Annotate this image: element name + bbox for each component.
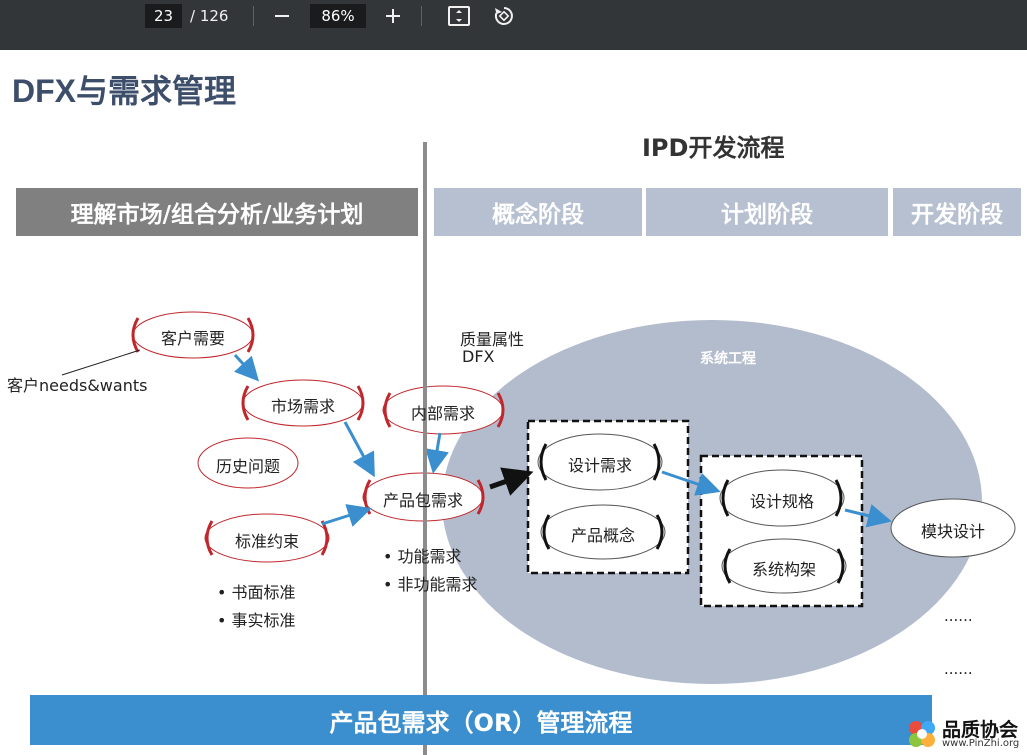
fit-to-page-icon [448,6,470,26]
node-sys-arch: 系统构架 [751,560,816,579]
band-develop: 开发阶段 [893,188,1021,236]
zoom-out-button[interactable] [268,2,296,30]
zoom-level-input[interactable]: 86% [310,4,366,28]
pdf-toolbar: 23 / 126 86% [0,0,1027,50]
diagram-graphics [61,311,1016,684]
pinzhi-logo-icon [909,721,935,747]
node-product-pkg: 产品包需求 [382,491,463,510]
label-customer-needs-wants: 客户needs&wants [7,376,148,395]
plus-icon [386,9,400,23]
slide-page: DFX与需求管理 IPD开发流程 理解市场/组合分析/业务计划 概念阶段 计划阶… [0,50,1027,755]
band-concept: 概念阶段 [434,188,642,236]
fit-page-button[interactable] [445,2,473,30]
node-market-req: 市场需求 [270,397,335,416]
minus-icon [275,15,289,17]
logo-url: www.PinZhi.org [942,738,1020,749]
node-customer-needs: 客户需要 [160,329,225,348]
slide-title: DFX与需求管理 [12,73,237,109]
bullet-func-req: • 功能需求 [383,547,462,566]
node-history: 历史问题 [215,457,280,476]
bullet-fact-std: • 事实标准 [217,611,296,630]
node-module-design: 模块设计 [920,522,985,541]
page-total: / 126 [190,7,229,25]
node-standards: 标准约束 [234,532,299,551]
label-sys-eng: 系统工程 [700,351,756,367]
node-product-concept: 产品概念 [570,526,635,545]
node-design-req: 设计需求 [567,456,632,475]
page-number-input[interactable]: 23 [145,4,182,28]
band-plan: 计划阶段 [646,188,888,236]
bullet-written-std: • 书面标准 [217,583,296,602]
toolbar-divider [253,6,254,26]
ellipsis-2: ...... [944,660,973,678]
rotate-icon [494,7,513,25]
node-internal-req: 内部需求 [410,404,475,423]
ipd-title: IPD开发流程 [642,134,785,162]
toolbar-divider [421,6,422,26]
bullet-nonfunc-req: • 非功能需求 [383,575,478,594]
rotate-button[interactable] [490,2,518,30]
bottom-banner: 产品包需求（OR）管理流程 [30,695,932,745]
vertical-divider [423,142,427,755]
label-dfx: DFX [462,347,495,366]
band-market: 理解市场/组合分析/业务计划 [16,188,418,236]
node-design-spec: 设计规格 [749,492,814,511]
zoom-in-button[interactable] [379,2,407,30]
ellipsis-1: ...... [944,607,973,625]
